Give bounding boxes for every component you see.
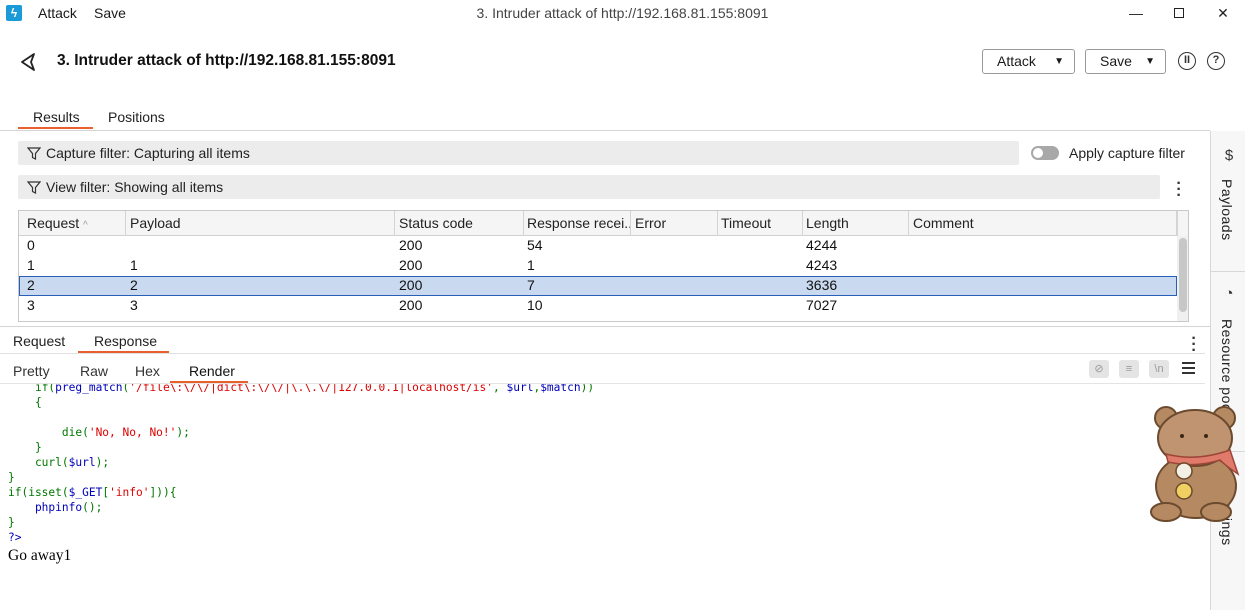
save-button-label: Save [1100,53,1132,69]
page-title: 3. Intruder attack of http://192.168.81.… [57,52,396,69]
filter-icon [27,147,41,160]
divider [0,353,1205,354]
code-line: curl($url); [8,456,110,469]
code-line: } [8,471,15,484]
active-tab-indicator [18,127,93,129]
dollar-icon: $ [1224,147,1234,164]
hide-icon[interactable]: ⊘ [1089,360,1109,378]
tab-hex[interactable]: Hex [135,363,160,379]
apply-capture-filter-toggle[interactable] [1031,146,1059,160]
code-line: } [8,516,15,529]
code-line: phpinfo(); [8,501,103,514]
scrollbar-corner [1177,211,1188,236]
tab-request[interactable]: Request [13,333,65,349]
render-view: if(preg_match('/file\:\/\/|dict\:\/\/|\.… [0,384,1205,610]
sidebar-item-payloads[interactable]: $ Payloads [1211,131,1245,271]
table-header: Request ^ Payload Status code Response r… [19,211,1188,236]
cell-request: 2 [27,277,35,293]
table-scrollbar[interactable] [1177,236,1188,321]
tab-positions[interactable]: Positions [108,109,165,125]
results-table: Request ^ Payload Status code Response r… [18,210,1189,322]
minimize-icon[interactable]: — [1121,2,1151,24]
table-row[interactable]: 1 1 200 1 4243 [19,256,1177,276]
table-row-selected[interactable]: 2 2 200 7 3636 [19,276,1177,296]
tab-render[interactable]: Render [189,363,235,379]
tab-response[interactable]: Response [94,333,157,349]
cell-request: 3 [27,297,35,313]
filter-icon [27,181,41,194]
menu-icon[interactable] [1182,362,1195,374]
cell-status: 200 [399,297,423,313]
column-header-status-code[interactable]: Status code [391,211,524,236]
cell-response: 1 [527,257,535,273]
column-header-error[interactable]: Error [627,211,718,236]
more-options-icon[interactable]: · · · [1174,176,1184,204]
code-line: if(isset($_GET['info'])){ [8,486,177,499]
menu-save[interactable]: Save [94,5,126,21]
response-output-text: Go away1 [8,547,72,564]
chevron-down-icon: ▼ [1145,56,1155,67]
cell-status: 200 [399,237,423,253]
code-line: die('No, No, No!'); [8,426,190,439]
cell-status: 200 [399,257,423,273]
pie-chart-icon: ◔ [1224,285,1234,302]
cell-response: 7 [527,277,535,293]
tab-raw[interactable]: Raw [80,363,108,379]
column-header-comment[interactable]: Comment [905,211,1177,236]
column-header-response-received[interactable]: Response recei... [519,211,631,236]
window-title: 3. Intruder attack of http://192.168.81.… [476,5,769,21]
column-header-length[interactable]: Length [798,211,909,236]
code-line: ?> [8,531,22,544]
cell-status: 200 [399,277,423,293]
maximize-icon[interactable] [1164,2,1194,24]
table-row[interactable]: 0 200 54 4244 [19,236,1177,256]
view-filter-bar[interactable]: View filter: Showing all items [18,175,1160,199]
save-dropdown-button[interactable]: Save ▼ [1085,49,1166,74]
attack-button-label: Attack [997,53,1036,69]
right-sidebar: $ Payloads ◔ Resource pool Settings [1210,131,1245,610]
cell-length: 4243 [806,257,838,273]
divider [0,130,1210,131]
chevron-down-icon: ▼ [1054,56,1064,67]
cell-response: 54 [527,237,543,253]
pause-icon[interactable]: II [1178,52,1196,70]
window-titlebar: ϟ Attack Save 3. Intruder attack of http… [0,0,1245,28]
burp-logo-icon: ϟ [6,5,22,21]
help-icon[interactable]: ? [1207,52,1225,70]
sidebar-item-label: Payloads [1219,179,1235,241]
cell-request: 0 [27,237,35,253]
apply-capture-filter-label: Apply capture filter [1069,145,1185,161]
cell-payload: 3 [130,297,138,313]
code-line: } [8,441,42,454]
cell-length: 3636 [806,277,838,293]
code-line: if(preg_match('/file\:\/\/|dict\:\/\/|\.… [34,384,595,394]
capture-filter-bar[interactable]: Capture filter: Capturing all items [18,141,1019,165]
sidebar-item-label: Resource pool [1219,319,1235,416]
back-arrow-icon[interactable] [18,51,40,73]
attack-dropdown-button[interactable]: Attack ▼ [982,49,1075,74]
cell-payload: 1 [130,257,138,273]
wrap-lines-icon[interactable]: ≡ [1119,360,1139,378]
column-header-request[interactable]: Request ^ [19,211,126,236]
cell-response: 10 [527,297,543,313]
pane-splitter[interactable] [0,326,1210,327]
code-line: { [8,396,42,409]
tab-pretty[interactable]: Pretty [13,363,50,379]
menu-attack[interactable]: Attack [38,5,77,21]
cell-length: 4244 [806,237,838,253]
tab-results[interactable]: Results [33,109,80,125]
newline-icon[interactable]: \n [1149,360,1169,378]
close-icon[interactable]: ✕ [1208,2,1238,24]
cell-request: 1 [27,257,35,273]
view-filter-label: View filter: Showing all items [46,179,224,195]
bear-sticker-icon [1150,406,1240,522]
column-header-timeout[interactable]: Timeout [713,211,803,236]
column-header-payload[interactable]: Payload [122,211,395,236]
cell-length: 7027 [806,297,838,313]
more-options-icon[interactable]: · · · [1189,331,1199,359]
capture-filter-label: Capture filter: Capturing all items [46,145,250,161]
cell-payload: 2 [130,277,138,293]
table-row[interactable]: 3 3 200 10 7027 [19,296,1177,316]
